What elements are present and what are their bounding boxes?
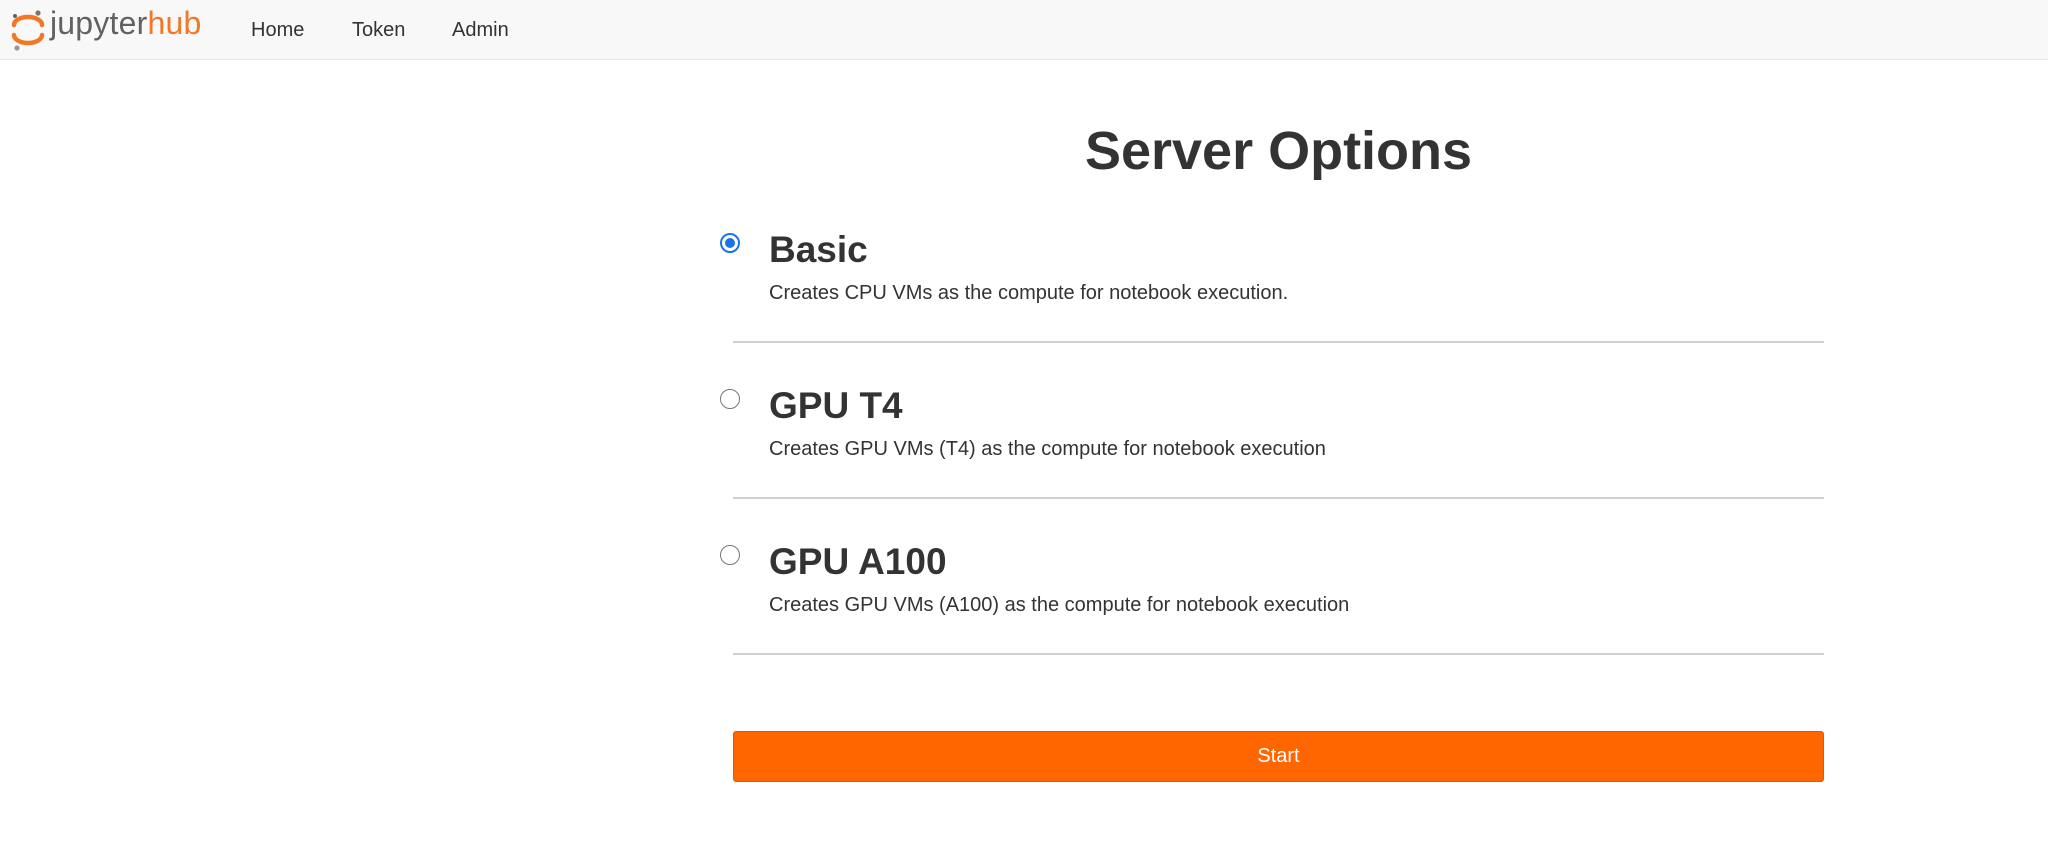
option-divider <box>733 653 1824 655</box>
brand-name-jupyter: jupyter <box>50 5 148 41</box>
server-option-gpu-a100[interactable]: GPU A100 Creates GPU VMs (A100) as the c… <box>700 540 1824 630</box>
server-option-basic[interactable]: Basic Creates CPU VMs as the compute for… <box>700 228 1824 318</box>
start-button[interactable]: Start <box>733 731 1824 782</box>
jupyterhub-logo-link[interactable]: jupyterhub <box>10 6 201 52</box>
basic-option-description: Creates CPU VMs as the compute for noteb… <box>769 282 1289 304</box>
gpu-t4-option-radio[interactable] <box>720 389 740 409</box>
nav-token-link[interactable]: Token <box>352 0 405 60</box>
jupyter-logo-icon <box>11 10 45 51</box>
brand-name: jupyterhub <box>50 7 201 39</box>
gpu-a100-option-description: Creates GPU VMs (A100) as the compute fo… <box>769 594 1350 616</box>
gpu-t4-option-description: Creates GPU VMs (T4) as the compute for … <box>769 438 1326 460</box>
gpu-t4-option-title: GPU T4 <box>769 385 903 426</box>
basic-option-radio[interactable] <box>720 233 740 253</box>
brand-name-hub: hub <box>147 5 202 41</box>
page-title: Server Options <box>1084 121 1473 181</box>
nav-admin-link[interactable]: Admin <box>452 0 509 60</box>
gpu-a100-option-radio[interactable] <box>720 545 740 565</box>
gpu-a100-option-title: GPU A100 <box>769 541 947 582</box>
basic-option-title: Basic <box>769 229 868 270</box>
nav-home-link[interactable]: Home <box>251 0 304 60</box>
option-divider <box>733 341 1824 343</box>
option-divider <box>733 497 1824 499</box>
server-option-gpu-t4[interactable]: GPU T4 Creates GPU VMs (T4) as the compu… <box>700 384 1824 474</box>
top-navbar: jupyterhub Home Token Admin <box>0 0 2048 60</box>
